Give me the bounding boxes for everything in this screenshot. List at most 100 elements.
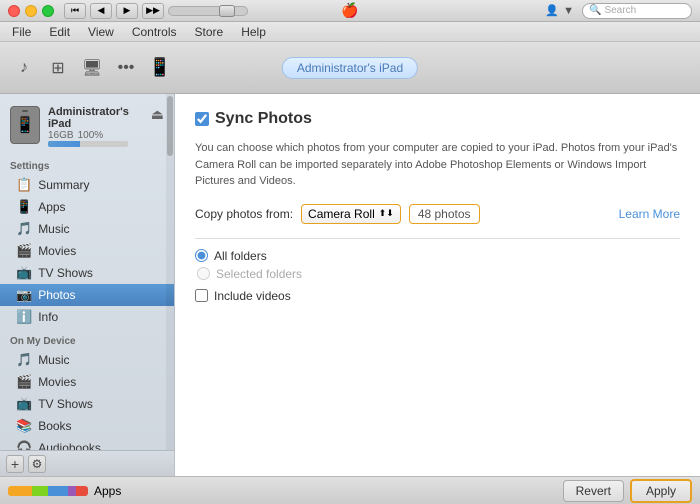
sidebar-bottom-bar: + ⚙: [0, 450, 174, 476]
device-name-label: Administrator's iPad: [48, 106, 143, 130]
radio-all-folders[interactable]: All folders: [195, 249, 680, 263]
capacity-bar: [48, 141, 128, 147]
scrollbar-thumb[interactable]: [167, 96, 173, 156]
sidebar-item-apps[interactable]: 📱 Apps: [0, 196, 174, 218]
search-placeholder: Search: [604, 5, 636, 16]
sidebar-item-music-device[interactable]: 🎵 Music: [0, 349, 174, 371]
sidebar-item-movies-device[interactable]: 🎬 Movies: [0, 371, 174, 393]
sidebar-item-label-movies-device: Movies: [38, 375, 76, 389]
menu-store[interactable]: Store: [187, 24, 232, 40]
sidebar-item-label-info: Info: [38, 310, 58, 324]
apply-button[interactable]: Apply: [630, 479, 692, 503]
source-select-value: Camera Roll: [308, 207, 375, 221]
copy-photos-row: Copy photos from: Camera Roll ⬆⬇ 48 phot…: [195, 204, 680, 224]
radio-selected-input[interactable]: [197, 267, 210, 280]
ipad-icon: 📱: [15, 115, 35, 135]
eject-button[interactable]: ⏏: [151, 106, 164, 123]
progress-thumb[interactable]: [219, 5, 235, 17]
sidebar-item-label-tvshows-device: TV Shows: [38, 397, 93, 411]
copy-photos-label: Copy photos from:: [195, 207, 293, 221]
play-button[interactable]: ▶: [116, 3, 138, 19]
sidebar-item-info[interactable]: ℹ️ Info: [0, 306, 174, 328]
sidebar-item-label-music-device: Music: [38, 353, 69, 367]
menu-view[interactable]: View: [80, 24, 122, 40]
description-text: You can choose which photos from your co…: [195, 140, 680, 190]
search-icon: 🔍: [589, 5, 601, 16]
radio-selected-label: Selected folders: [216, 267, 302, 281]
radio-selected-folders[interactable]: Selected folders: [195, 267, 680, 281]
maximize-button[interactable]: [42, 5, 54, 17]
device-info: Administrator's iPad 16GB 100%: [48, 106, 143, 147]
account-icon: 👤: [545, 4, 559, 17]
include-videos-label: Include videos: [214, 289, 291, 303]
device-badge[interactable]: Administrator's iPad: [282, 57, 418, 79]
gear-button[interactable]: ⚙: [28, 455, 46, 473]
tvshows-device-icon: 📺: [16, 396, 32, 412]
sync-checkbox[interactable]: [195, 112, 209, 126]
sidebar-item-tvshows-device[interactable]: 📺 TV Shows: [0, 393, 174, 415]
sidebar-item-label-summary: Summary: [38, 178, 89, 192]
color-seg-0: [8, 486, 32, 496]
photos-icon: 📷: [16, 287, 32, 303]
device-header: 📱 Administrator's iPad 16GB 100% ⏏: [0, 100, 174, 153]
apps-icon: 📱: [16, 199, 32, 215]
skip-back-button[interactable]: ⏮: [64, 3, 86, 19]
device-capacity-value: 16GB: [48, 130, 74, 141]
back-button[interactable]: ◀: [90, 3, 112, 19]
on-my-device-label: On My Device: [0, 328, 174, 349]
grid-icon[interactable]: ⊞: [44, 54, 72, 82]
revert-button[interactable]: Revert: [563, 480, 624, 502]
apple-logo-icon: 🍎: [341, 2, 358, 19]
movies-device-icon: 🎬: [16, 374, 32, 390]
forward-button[interactable]: ▶▶: [142, 3, 164, 19]
section-title-area: Sync Photos: [195, 110, 680, 128]
include-videos-checkbox[interactable]: [195, 289, 208, 302]
playback-controls: ⏮ ◀ ▶ ▶▶: [64, 3, 248, 19]
sidebar-item-music[interactable]: 🎵 Music: [0, 218, 174, 240]
add-button[interactable]: +: [6, 455, 24, 473]
divider: [195, 238, 680, 239]
settings-section-label: Settings: [0, 153, 174, 174]
select-chevron-icon: ⬆⬇: [379, 208, 394, 219]
source-select[interactable]: Camera Roll ⬆⬇: [301, 204, 401, 224]
sidebar-scrollbar[interactable]: [166, 94, 174, 476]
sidebar-item-label-apps: Apps: [38, 200, 65, 214]
color-seg-4: [76, 486, 88, 496]
sidebar-item-photos[interactable]: 📷 Photos: [0, 284, 174, 306]
sidebar-item-movies[interactable]: 🎬 Movies: [0, 240, 174, 262]
menu-help[interactable]: Help: [233, 24, 274, 40]
dots-icon[interactable]: •••: [112, 54, 140, 82]
sidebar-item-summary[interactable]: 📋 Summary: [0, 174, 174, 196]
photos-count: 48 photos: [409, 204, 480, 224]
music-icon[interactable]: ♪: [10, 54, 38, 82]
sidebar-item-books[interactable]: 📚 Books: [0, 415, 174, 437]
sidebar-item-tvshows[interactable]: 📺 TV Shows: [0, 262, 174, 284]
sidebar-item-label-movies: Movies: [38, 244, 76, 258]
learn-more-link[interactable]: Learn More: [619, 207, 680, 221]
radio-all-label: All folders: [214, 249, 267, 263]
color-seg-3: [68, 486, 76, 496]
music-icon: 🎵: [16, 221, 32, 237]
sidebar: 📱 Administrator's iPad 16GB 100% ⏏ Setti…: [0, 94, 175, 476]
device-icon[interactable]: 📱: [146, 54, 174, 82]
toolbar: ♪ ⊞ 🖥 ••• 📱 Administrator's iPad: [0, 42, 700, 94]
minimize-button[interactable]: [25, 5, 37, 17]
books-icon: 📚: [16, 418, 32, 434]
screen-icon[interactable]: 🖥: [78, 54, 106, 82]
window-controls[interactable]: [8, 5, 54, 17]
color-seg-2: [48, 486, 68, 496]
sidebar-item-label-photos: Photos: [38, 288, 75, 302]
progress-track[interactable]: [168, 6, 248, 16]
menu-edit[interactable]: Edit: [41, 24, 78, 40]
include-videos-row[interactable]: Include videos: [195, 289, 680, 303]
radio-all-input[interactable]: [195, 249, 208, 262]
close-button[interactable]: [8, 5, 20, 17]
account-area[interactable]: 👤 ▼: [545, 4, 574, 17]
menu-file[interactable]: File: [4, 24, 39, 40]
menu-controls[interactable]: Controls: [124, 24, 185, 40]
sync-title: Sync Photos: [215, 110, 312, 128]
content-area: Sync Photos You can choose which photos …: [175, 94, 700, 476]
movies-icon: 🎬: [16, 243, 32, 259]
device-capacity-area: 16GB 100%: [48, 130, 143, 141]
search-box[interactable]: 🔍 Search: [582, 3, 692, 19]
